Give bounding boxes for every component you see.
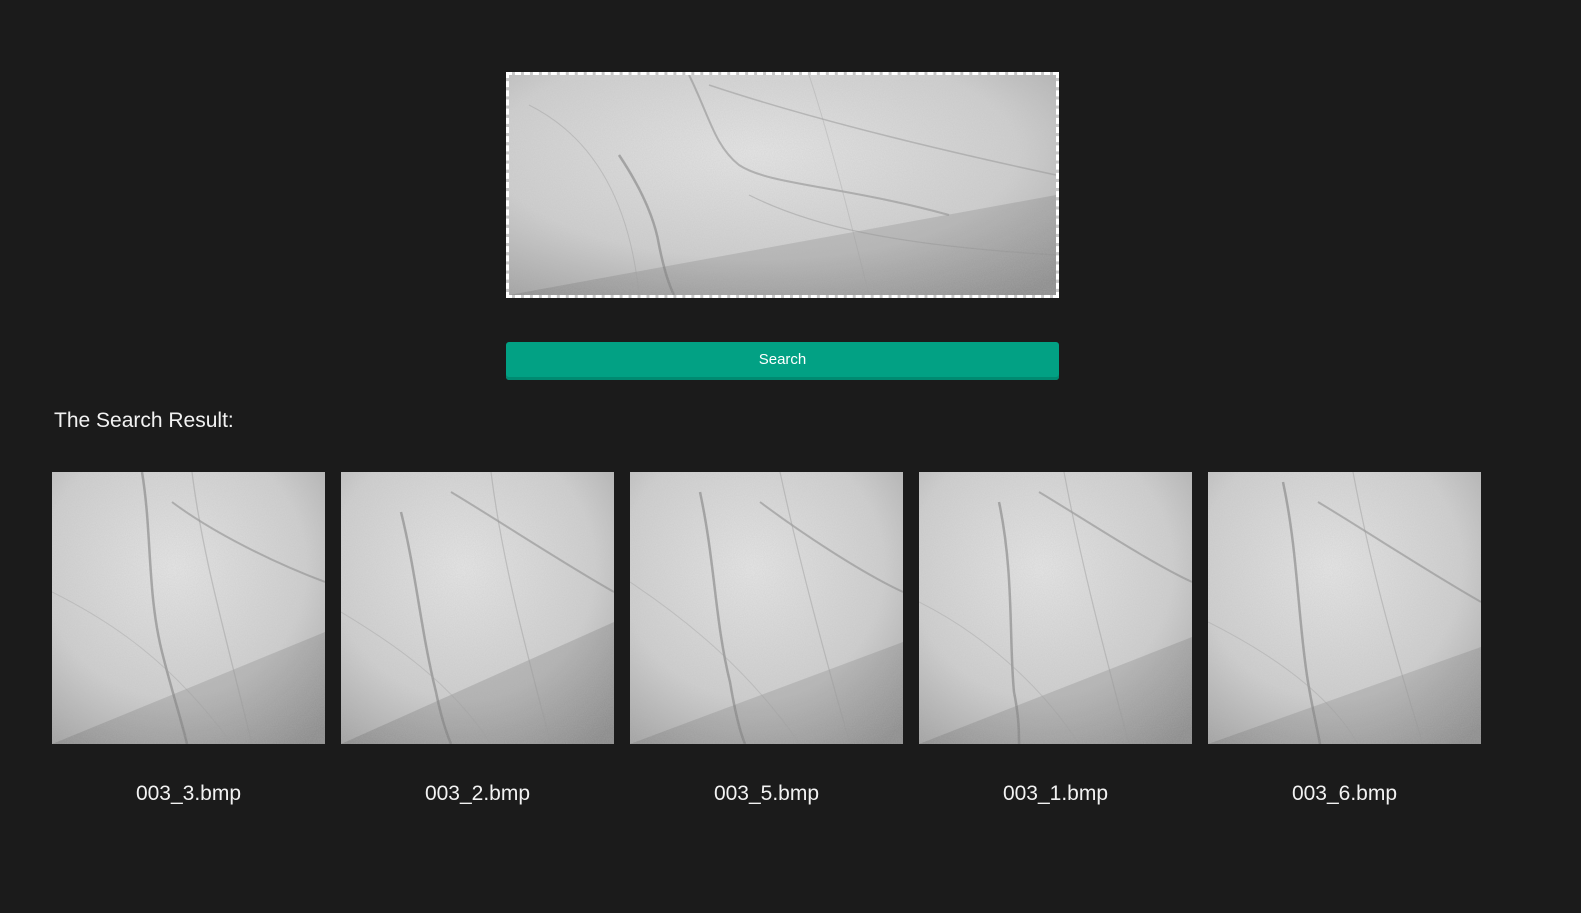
- search-results-list: 003_3.bmp 003_2.bmp 003_5.bmp 003_1.bmp …: [52, 472, 1492, 806]
- palmprint-search-page: Search The Search Result: 003_3.bmp 003_…: [0, 0, 1581, 913]
- result-thumbnail[interactable]: [630, 472, 903, 744]
- result-filename: 003_1.bmp: [1002, 782, 1109, 805]
- search-result-title: The Search Result:: [54, 409, 234, 432]
- palm-image: [341, 472, 614, 744]
- result-item[interactable]: 003_3.bmp: [52, 472, 325, 806]
- result-thumbnail[interactable]: [919, 472, 1192, 744]
- result-filename: 003_3.bmp: [135, 782, 242, 805]
- result-filename: 003_5.bmp: [713, 782, 820, 805]
- result-item[interactable]: 003_5.bmp: [630, 472, 903, 806]
- palm-image: [52, 472, 325, 744]
- result-item[interactable]: 003_2.bmp: [341, 472, 614, 806]
- query-palm-image: [509, 75, 1056, 295]
- palm-image: [630, 472, 903, 744]
- result-filename: 003_6.bmp: [1291, 782, 1398, 805]
- result-filename: 003_2.bmp: [424, 782, 531, 805]
- query-image-dropzone[interactable]: [506, 72, 1059, 298]
- result-thumbnail[interactable]: [52, 472, 325, 744]
- result-thumbnail[interactable]: [1208, 472, 1481, 744]
- palm-image: [1208, 472, 1481, 744]
- result-thumbnail[interactable]: [341, 472, 614, 744]
- palm-image: [919, 472, 1192, 744]
- result-item[interactable]: 003_6.bmp: [1208, 472, 1481, 806]
- search-button[interactable]: Search: [506, 342, 1059, 380]
- result-item[interactable]: 003_1.bmp: [919, 472, 1192, 806]
